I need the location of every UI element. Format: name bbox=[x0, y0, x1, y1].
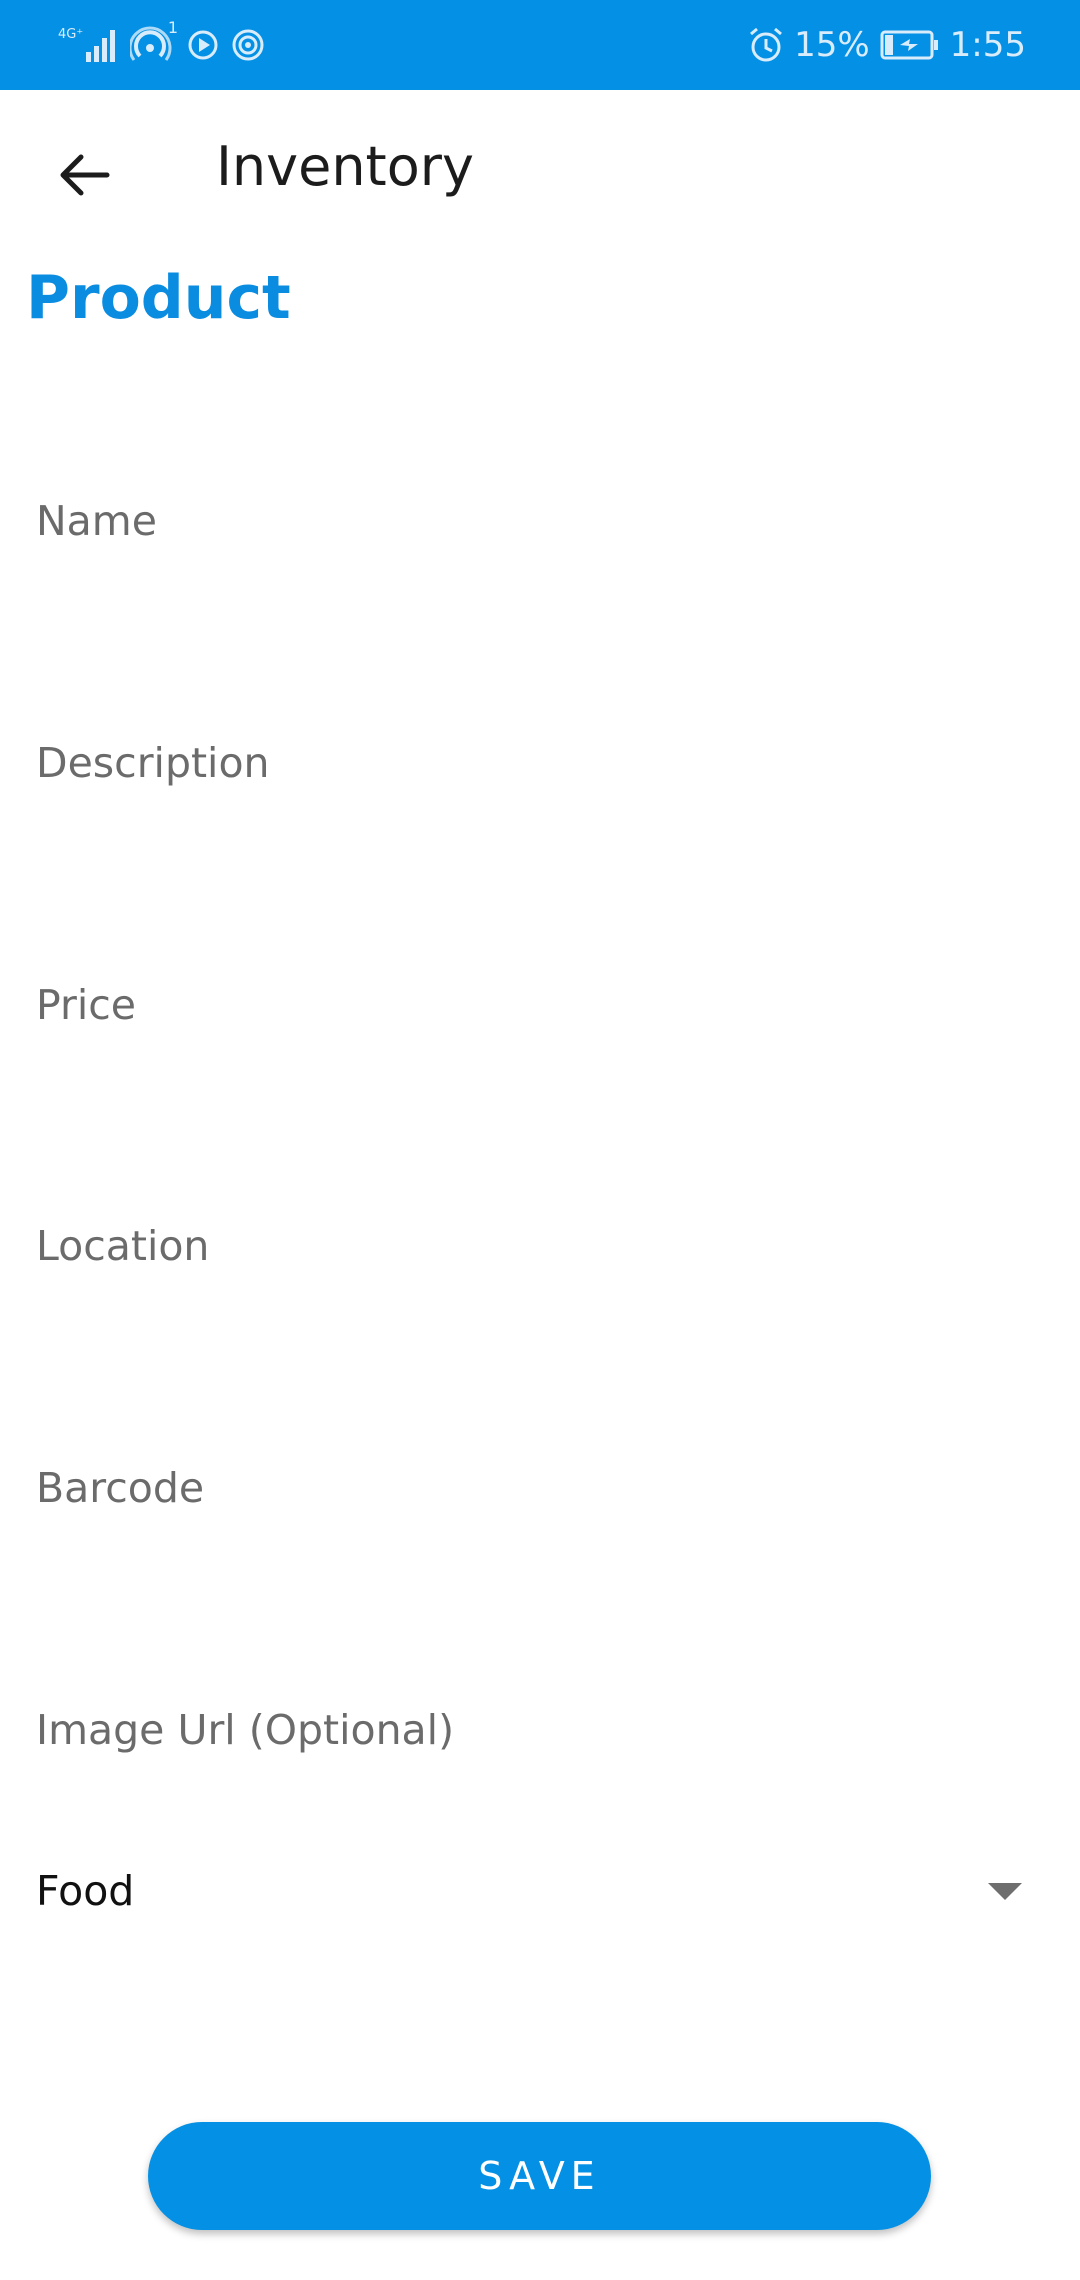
battery-percent: 15% bbox=[794, 25, 870, 65]
description-field[interactable] bbox=[36, 708, 1044, 818]
barcode-field[interactable] bbox=[36, 1433, 1044, 1543]
price-input[interactable] bbox=[36, 950, 1044, 1060]
barcode-input[interactable] bbox=[36, 1433, 1044, 1543]
clock-time: 1:55 bbox=[949, 25, 1026, 65]
hotspot-icon: 1 bbox=[130, 18, 178, 66]
status-bar: 4G⁺ 1 15% 1:55 bbox=[0, 0, 1080, 90]
location-input[interactable] bbox=[36, 1191, 1044, 1301]
category-selected: Food bbox=[36, 1867, 135, 1915]
app-bar: Inventory bbox=[0, 90, 1080, 266]
signal-icon: 4G⁺ bbox=[58, 24, 120, 66]
status-left-icons: 4G⁺ 1 bbox=[58, 18, 266, 70]
battery-charging-icon bbox=[880, 29, 940, 61]
name-field[interactable] bbox=[36, 466, 1044, 576]
broadcast-icon bbox=[230, 27, 266, 63]
save-button[interactable]: SAVE bbox=[148, 2122, 931, 2230]
alarm-icon bbox=[748, 26, 784, 64]
name-input[interactable] bbox=[36, 466, 1044, 576]
price-field[interactable] bbox=[36, 950, 1044, 1060]
back-button[interactable] bbox=[40, 130, 130, 220]
image-url-input[interactable] bbox=[36, 1675, 1044, 1785]
section-title: Product bbox=[26, 263, 291, 333]
play-icon bbox=[186, 28, 220, 62]
category-dropdown[interactable]: Food bbox=[36, 1836, 1036, 1946]
page-title: Inventory bbox=[216, 135, 474, 198]
notification-count: 1 bbox=[167, 18, 178, 37]
arrow-left-icon bbox=[60, 154, 110, 196]
caret-down-icon bbox=[988, 1882, 1022, 1900]
location-field[interactable] bbox=[36, 1191, 1044, 1301]
status-right-icons: 15% 1:55 bbox=[748, 20, 1026, 70]
description-input[interactable] bbox=[36, 708, 1044, 818]
network-type: 4G⁺ bbox=[58, 27, 83, 42]
image-url-field[interactable] bbox=[36, 1675, 1044, 1785]
